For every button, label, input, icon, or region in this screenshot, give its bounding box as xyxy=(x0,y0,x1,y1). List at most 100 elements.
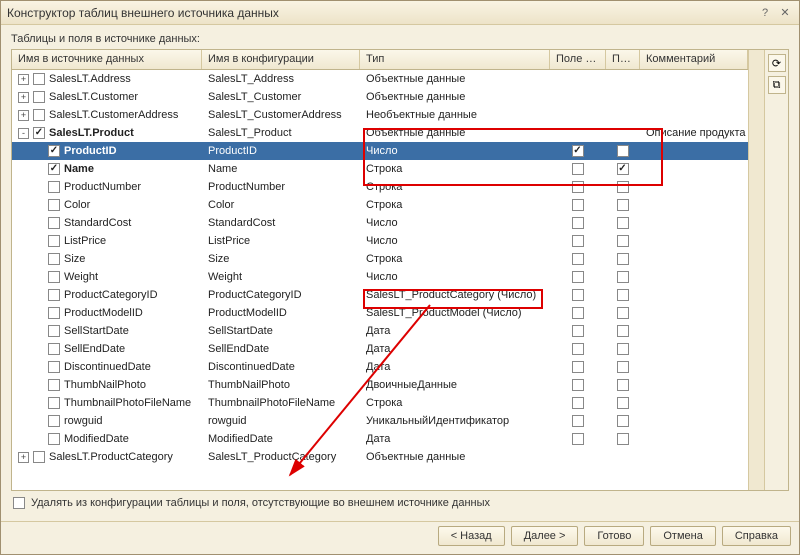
tree-toggle-icon[interactable]: + xyxy=(18,452,29,463)
pres-checkbox[interactable] xyxy=(617,397,629,409)
table-row[interactable]: SellStartDateSellStartDateДата xyxy=(12,322,748,340)
grid-body[interactable]: +SalesLT.AddressSalesLT_AddressОбъектные… xyxy=(12,70,748,490)
pres-checkbox[interactable] xyxy=(617,163,629,175)
key-checkbox[interactable] xyxy=(572,253,584,265)
row-checkbox[interactable] xyxy=(33,73,45,85)
row-checkbox[interactable] xyxy=(33,127,45,139)
pres-checkbox[interactable] xyxy=(617,235,629,247)
row-checkbox[interactable] xyxy=(48,325,60,337)
pres-checkbox[interactable] xyxy=(617,325,629,337)
pres-checkbox[interactable] xyxy=(617,271,629,283)
table-row[interactable]: +SalesLT.AddressSalesLT_AddressОбъектные… xyxy=(12,70,748,88)
row-checkbox[interactable] xyxy=(33,451,45,463)
table-row[interactable]: ProductCategoryIDProductCategoryIDSalesL… xyxy=(12,286,748,304)
row-checkbox[interactable] xyxy=(48,415,60,427)
table-row[interactable]: -SalesLT.ProductSalesLT_ProductОбъектные… xyxy=(12,124,748,142)
cancel-button[interactable]: Отмена xyxy=(650,526,715,546)
row-checkbox[interactable] xyxy=(48,379,60,391)
row-checkbox[interactable] xyxy=(48,145,60,157)
help-button[interactable]: Справка xyxy=(722,526,791,546)
table-row[interactable]: +SalesLT.CustomerAddressSalesLT_Customer… xyxy=(12,106,748,124)
pres-checkbox[interactable] xyxy=(617,181,629,193)
row-checkbox[interactable] xyxy=(33,91,45,103)
table-row[interactable]: +SalesLT.CustomerSalesLT_CustomerОбъектн… xyxy=(12,88,748,106)
table-row[interactable]: +SalesLT.ProductCategorySalesLT_ProductC… xyxy=(12,448,748,466)
table-row[interactable]: rowguidrowguidУникальныйИдентификатор xyxy=(12,412,748,430)
tree-toggle-icon[interactable]: + xyxy=(18,110,29,121)
pres-checkbox[interactable] xyxy=(617,379,629,391)
table-row[interactable]: SellEndDateSellEndDateДата xyxy=(12,340,748,358)
col-presentation[interactable]: По... xyxy=(606,50,640,69)
key-checkbox[interactable] xyxy=(572,145,584,157)
col-type[interactable]: Тип xyxy=(360,50,550,69)
key-checkbox[interactable] xyxy=(572,163,584,175)
finish-button[interactable]: Готово xyxy=(584,526,644,546)
key-checkbox[interactable] xyxy=(572,361,584,373)
key-checkbox[interactable] xyxy=(572,199,584,211)
table-row[interactable]: NameNameСтрока xyxy=(12,160,748,178)
tree-toggle-icon[interactable]: + xyxy=(18,92,29,103)
back-button[interactable]: < Назад xyxy=(438,526,505,546)
key-checkbox[interactable] xyxy=(572,343,584,355)
key-checkbox[interactable] xyxy=(572,289,584,301)
key-checkbox[interactable] xyxy=(572,235,584,247)
copy-icon[interactable]: ⧉ xyxy=(768,76,786,94)
pres-checkbox[interactable] xyxy=(617,199,629,211)
key-checkbox[interactable] xyxy=(572,415,584,427)
key-checkbox[interactable] xyxy=(572,325,584,337)
row-checkbox[interactable] xyxy=(48,397,60,409)
delete-missing-checkbox[interactable] xyxy=(13,497,25,509)
table-row[interactable]: DiscontinuedDateDiscontinuedDateДата xyxy=(12,358,748,376)
pres-checkbox[interactable] xyxy=(617,415,629,427)
key-checkbox[interactable] xyxy=(572,181,584,193)
pres-checkbox[interactable] xyxy=(617,433,629,445)
col-cfg-name[interactable]: Имя в конфигурации xyxy=(202,50,360,69)
key-checkbox[interactable] xyxy=(572,271,584,283)
next-button[interactable]: Далее > xyxy=(511,526,579,546)
table-row[interactable]: ProductIDProductIDЧисло xyxy=(12,142,748,160)
pres-checkbox[interactable] xyxy=(617,289,629,301)
row-checkbox[interactable] xyxy=(33,109,45,121)
row-checkbox[interactable] xyxy=(48,181,60,193)
row-checkbox[interactable] xyxy=(48,271,60,283)
row-checkbox[interactable] xyxy=(48,343,60,355)
row-checkbox[interactable] xyxy=(48,289,60,301)
key-checkbox[interactable] xyxy=(572,379,584,391)
key-checkbox[interactable] xyxy=(572,397,584,409)
scrollbar[interactable] xyxy=(748,50,764,490)
key-checkbox[interactable] xyxy=(572,307,584,319)
table-row[interactable]: ModifiedDateModifiedDateДата xyxy=(12,430,748,448)
table-row[interactable]: ThumbnailPhotoFileNameThumbnailPhotoFile… xyxy=(12,394,748,412)
row-checkbox[interactable] xyxy=(48,361,60,373)
tree-toggle-icon[interactable]: + xyxy=(18,74,29,85)
refresh-icon[interactable]: ⟳ xyxy=(768,54,786,72)
table-row[interactable]: WeightWeightЧисло xyxy=(12,268,748,286)
key-checkbox[interactable] xyxy=(572,433,584,445)
table-row[interactable]: ProductNumberProductNumberСтрока xyxy=(12,178,748,196)
table-row[interactable]: ProductModelIDProductModelIDSalesLT_Prod… xyxy=(12,304,748,322)
table-row[interactable]: ColorColorСтрока xyxy=(12,196,748,214)
tree-toggle-icon[interactable]: - xyxy=(18,128,29,139)
table-row[interactable]: ListPriceListPriceЧисло xyxy=(12,232,748,250)
row-checkbox[interactable] xyxy=(48,433,60,445)
pres-checkbox[interactable] xyxy=(617,145,629,157)
pres-checkbox[interactable] xyxy=(617,343,629,355)
table-row[interactable]: ThumbNailPhotoThumbNailPhotoДвоичныеДанн… xyxy=(12,376,748,394)
close-icon[interactable]: ✕ xyxy=(777,5,793,21)
row-checkbox[interactable] xyxy=(48,217,60,229)
pres-checkbox[interactable] xyxy=(617,217,629,229)
pres-checkbox[interactable] xyxy=(617,361,629,373)
row-checkbox[interactable] xyxy=(48,199,60,211)
pres-checkbox[interactable] xyxy=(617,253,629,265)
row-checkbox[interactable] xyxy=(48,253,60,265)
pres-checkbox[interactable] xyxy=(617,307,629,319)
col-comment[interactable]: Комментарий xyxy=(640,50,748,69)
col-src-name[interactable]: Имя в источнике данных xyxy=(12,50,202,69)
table-row[interactable]: SizeSizeСтрока xyxy=(12,250,748,268)
col-key-field[interactable]: Поле кл... xyxy=(550,50,606,69)
row-checkbox[interactable] xyxy=(48,307,60,319)
row-checkbox[interactable] xyxy=(48,235,60,247)
key-checkbox[interactable] xyxy=(572,217,584,229)
help-icon[interactable]: ? xyxy=(757,5,773,21)
row-checkbox[interactable] xyxy=(48,163,60,175)
